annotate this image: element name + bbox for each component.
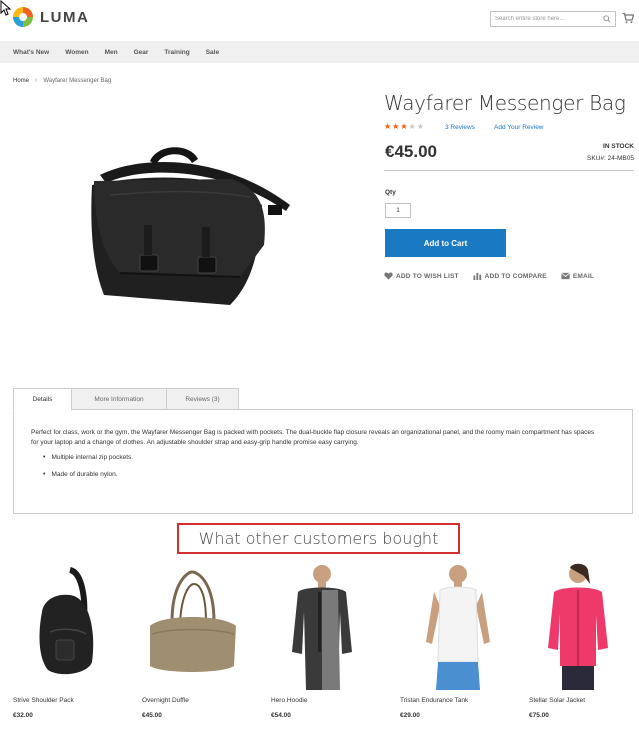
related-product-image[interactable] — [538, 562, 618, 690]
add-review-link[interactable]: Add Your Review — [494, 124, 544, 131]
wishlist-label: ADD TO WISH LIST — [396, 272, 459, 280]
related-product-name[interactable]: Overnight Duffle — [142, 697, 189, 704]
reviews-link[interactable]: 3 Reviews — [445, 124, 475, 131]
bullet-icon: • — [43, 471, 46, 478]
product-price: €45.00 — [385, 142, 437, 161]
breadcrumb-current: Wayfarer Messenger Bag — [43, 77, 112, 84]
product-actions: ADD TO WISH LIST ADD TO COMPARE EMAIL — [384, 272, 594, 280]
star-icon: ★ — [392, 122, 400, 131]
rating-stars: ★ ★ ★ ★ ★ — [384, 123, 424, 131]
search-input[interactable]: Search entire store here... — [490, 11, 616, 27]
related-product-price: €29.00 — [400, 712, 420, 719]
email-link[interactable]: EMAIL — [561, 272, 594, 280]
envelope-icon — [561, 272, 570, 280]
cart-icon[interactable] — [622, 12, 634, 24]
related-product-name[interactable]: Hero Hoodie — [271, 697, 308, 704]
search-icon[interactable] — [603, 15, 611, 23]
related-product-image[interactable] — [280, 562, 360, 690]
tab-more-information[interactable]: More Information — [71, 388, 167, 410]
nav-item-men[interactable]: Men — [105, 49, 118, 56]
related-product-image[interactable] — [142, 562, 242, 690]
star-empty-icon: ★ — [408, 122, 416, 131]
related-product-price: €54.00 — [271, 712, 291, 719]
related-product-image[interactable] — [418, 562, 498, 690]
related-product-price: €45.00 — [142, 712, 162, 719]
product-description: Perfect for class, work or the gym, the … — [31, 429, 595, 446]
related-product-price: €75.00 — [529, 712, 549, 719]
add-to-cart-button[interactable]: Add to Cart — [385, 229, 506, 257]
luma-logo[interactable]: LUMA — [12, 6, 89, 28]
email-label: EMAIL — [572, 272, 595, 280]
related-product-image[interactable] — [30, 562, 102, 690]
add-to-wishlist-link[interactable]: ADD TO WISH LIST — [384, 272, 459, 280]
nav-item-sale[interactable]: Sale — [206, 49, 219, 56]
stock-status: IN STOCK — [603, 143, 634, 150]
list-item: • Made of durable nylon. — [43, 471, 118, 479]
search-placeholder: Search entire store here... — [495, 16, 565, 22]
compare-label: ADD TO COMPARE — [484, 272, 547, 280]
qty-label: Qty — [385, 189, 396, 196]
related-products-title: What other customers bought — [177, 523, 460, 554]
divider — [384, 170, 634, 171]
nav-item-training[interactable]: Training — [164, 49, 189, 56]
main-nav: What's New Women Men Gear Training Sale — [0, 41, 639, 63]
luma-logo-icon — [13, 7, 33, 27]
related-product-name[interactable]: Tristan Endurance Tank — [400, 697, 468, 704]
star-empty-icon: ★ — [416, 122, 424, 131]
tab-details[interactable]: Details — [13, 388, 72, 411]
breadcrumb-home[interactable]: Home — [13, 78, 29, 84]
bullet-text: Made of durable nylon. — [51, 471, 118, 478]
star-icon: ★ — [400, 122, 408, 131]
tab-reviews[interactable]: Reviews (3) — [166, 388, 239, 410]
add-to-compare-link[interactable]: ADD TO COMPARE — [473, 272, 547, 280]
breadcrumb: Home › Wayfarer Messenger Bag — [13, 77, 111, 84]
qty-input[interactable]: 1 — [385, 203, 411, 218]
breadcrumb-separator-icon: › — [35, 77, 38, 84]
related-product-name[interactable]: Strive Shoulder Pack — [13, 697, 74, 704]
product-sku: SKU#: 24-MB05 — [587, 155, 634, 162]
star-icon: ★ — [384, 122, 392, 131]
product-image — [91, 147, 290, 305]
logo-text: LUMA — [40, 8, 90, 26]
list-item: • Multiple internal zip pockets. — [43, 454, 133, 462]
product-title: Wayfarer Messenger Bag — [384, 91, 626, 115]
nav-item-women[interactable]: Women — [65, 49, 88, 56]
mouse-cursor-icon — [0, 0, 12, 16]
nav-item-whats-new[interactable]: What's New — [13, 49, 49, 56]
heart-icon — [384, 272, 393, 280]
related-product-price: €32.00 — [13, 712, 33, 719]
related-product-name[interactable]: Stellar Solar Jacket — [529, 697, 585, 704]
bullet-icon: • — [43, 454, 46, 461]
compare-icon — [473, 272, 481, 280]
nav-item-gear[interactable]: Gear — [134, 49, 149, 56]
bullet-text: Multiple internal zip pockets. — [51, 454, 134, 461]
